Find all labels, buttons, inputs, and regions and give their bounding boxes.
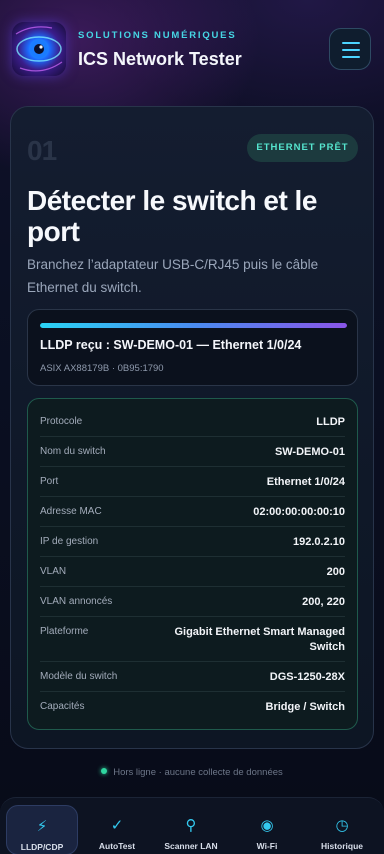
app-title: ICS Network Tester: [78, 49, 242, 69]
detail-value: 02:00:00:00:00:10: [253, 506, 345, 518]
bottom-navigation: ⚡ LLDP/CDP ✓ AutoTest ⚲ Scanner LAN ◉ Wi-Fi ◷ His…: [0, 797, 384, 854]
lldp-status-text: LLDP reçu : SW-DEMO-01 — Ethernet 1/0/24: [40, 338, 302, 352]
lldp-status-panel: LLDP reçu : SW-DEMO-01 — Ethernet 1/0/24…: [27, 309, 358, 386]
detail-value: 192.0.2.10: [293, 536, 345, 548]
detail-label: VLAN annoncés: [40, 596, 113, 607]
detail-row: Protocole LLDP: [40, 407, 345, 437]
status-badge: ETHERNET PRÊT: [247, 134, 358, 162]
step-card: 01 ETHERNET PRÊT Détecter le switch et l…: [10, 106, 374, 749]
detail-label: Port: [40, 476, 59, 487]
footnote-text: Hors ligne · aucune collecte de données: [113, 767, 283, 778]
detail-value: Ethernet 1/0/24: [266, 476, 345, 488]
detail-value: Gigabit Ethernet Smart Managed Switch: [174, 626, 345, 653]
detail-label: Protocole: [40, 416, 83, 427]
switch-details-table: Protocole LLDP Nom du switch SW-DEMO-01 Port…: [27, 398, 358, 730]
nav-item-scanner-lan[interactable]: ⚲ Scanner LAN: [155, 805, 227, 854]
nav-item-autotest[interactable]: ✓ AutoTest: [81, 805, 153, 854]
hamburger-menu-icon: [342, 42, 360, 44]
detail-label: Nom du switch: [40, 446, 106, 457]
app-header: Solutions numériques ICS Network Tester: [0, 0, 384, 100]
detail-row: IP de gestion 192.0.2.10: [40, 527, 345, 557]
detail-label: VLAN: [40, 566, 67, 577]
detail-value: 200: [326, 566, 345, 578]
step-number: 01: [27, 135, 57, 166]
detail-row: Capacités Bridge / Switch: [40, 692, 345, 722]
detail-row: Plateforme Gigabit Ethernet Smart Managed…: [40, 617, 345, 662]
detail-value: DGS-1250-28X: [269, 671, 345, 683]
nav-label: LLDP/CDP: [20, 842, 64, 852]
privacy-footnote: Hors ligne · aucune collecte de données: [0, 767, 384, 778]
menu-button[interactable]: [329, 28, 371, 70]
nav-label: Wi-Fi: [256, 841, 278, 851]
nav-label: AutoTest: [98, 841, 136, 851]
nav-item-historique[interactable]: ◷ Historique: [306, 805, 378, 854]
detail-label: Modèle du switch: [40, 671, 118, 682]
detail-label: Capacités: [40, 701, 85, 712]
detail-row: Port Ethernet 1/0/24: [40, 467, 345, 497]
detail-value: SW-DEMO-01: [274, 446, 345, 458]
wifi-icon: ◉: [260, 817, 274, 834]
clock-icon: ◷: [335, 817, 349, 834]
nav-label: Historique: [320, 841, 364, 851]
eye-logo-icon: [12, 22, 66, 76]
detail-row: Modèle du switch DGS-1250-28X: [40, 662, 345, 692]
search-icon: ⚲: [185, 817, 197, 834]
checkmark-icon: ✓: [110, 817, 124, 834]
adapter-info: ASIX AX88179B · 0B95:1790: [40, 363, 164, 374]
hamburger-menu-icon: [342, 56, 360, 58]
detail-label: Adresse MAC: [40, 506, 102, 517]
detail-row: Adresse MAC 02:00:00:00:00:10: [40, 497, 345, 527]
detail-value: 200, 220: [302, 596, 345, 608]
progress-bar: [40, 323, 347, 328]
detail-value: LLDP: [316, 416, 345, 428]
nav-item-lldp-cdp[interactable]: ⚡ LLDP/CDP: [6, 805, 78, 854]
detail-row: Nom du switch SW-DEMO-01: [40, 437, 345, 467]
step-description: Branchez l’adaptateur USB-C/RJ45 puis le…: [27, 257, 319, 295]
brand-kicker: Solutions numériques: [78, 30, 237, 41]
lightning-icon: ⚡: [36, 818, 48, 835]
nav-item-wi-fi[interactable]: ◉ Wi-Fi: [231, 805, 303, 854]
nav-label: Scanner LAN: [164, 841, 218, 851]
progress-fill: [40, 323, 347, 328]
hamburger-menu-icon: [342, 49, 360, 51]
online-status-dot: [101, 768, 108, 774]
detail-row: VLAN 200: [40, 557, 345, 587]
detail-label: Plateforme: [40, 626, 89, 637]
detail-row: VLAN annoncés 200, 220: [40, 587, 345, 617]
detail-value: Bridge / Switch: [265, 701, 345, 713]
step-title: Détecter le switch et le port: [27, 185, 317, 247]
detail-label: IP de gestion: [40, 536, 99, 547]
